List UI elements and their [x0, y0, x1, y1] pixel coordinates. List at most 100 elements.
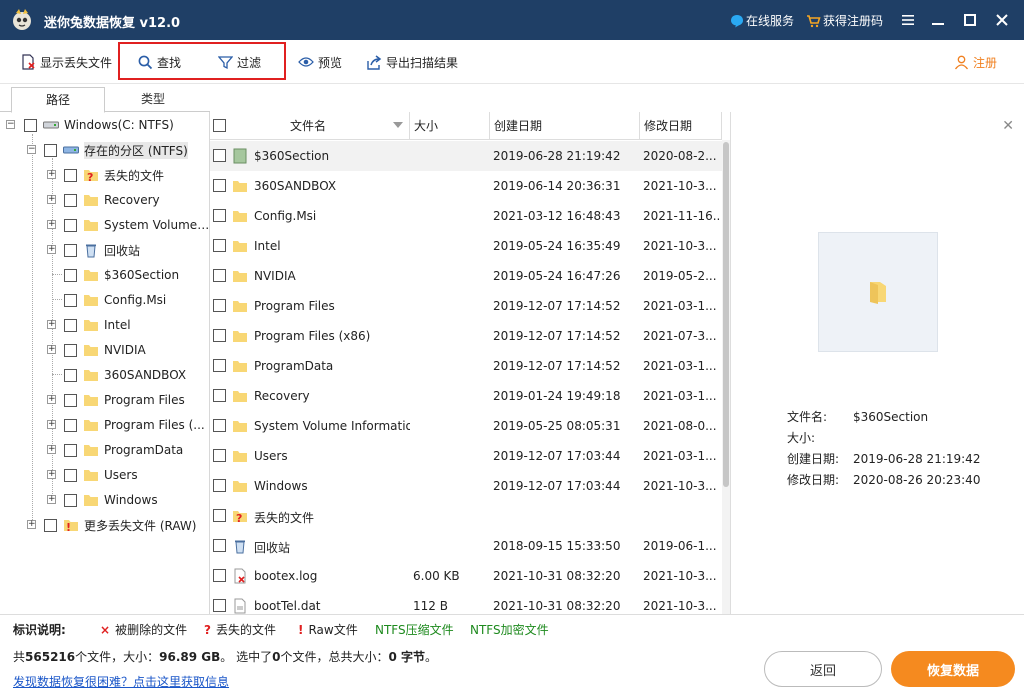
- help-link[interactable]: 发现数据恢复很困难？点击这里获取信息: [13, 673, 229, 690]
- file-row[interactable]: Program Files (x86) 2019-12-07 17:14:52 …: [210, 321, 722, 351]
- row-checkbox[interactable]: [213, 209, 226, 222]
- file-row[interactable]: ? 丢失的文件: [210, 501, 722, 531]
- tree-item[interactable]: System Volume ...: [64, 215, 209, 235]
- tree-item[interactable]: ProgramData: [64, 440, 183, 460]
- tree-checkbox[interactable]: [64, 318, 77, 332]
- tree-item[interactable]: NVIDIA: [64, 340, 146, 360]
- file-row[interactable]: System Volume Information 2019-05-25 08:…: [210, 411, 722, 441]
- file-row[interactable]: Config.Msi 2021-03-12 16:48:43 2021-11-1…: [210, 201, 722, 231]
- row-checkbox[interactable]: [213, 359, 226, 372]
- tree-expander[interactable]: +: [47, 395, 56, 404]
- menu-button[interactable]: [898, 10, 918, 30]
- tree-expander[interactable]: +: [47, 345, 56, 354]
- tree-item[interactable]: Config.Msi: [64, 290, 166, 310]
- file-row[interactable]: Users 2019-12-07 17:03:44 2021-03-1...: [210, 441, 722, 471]
- tree-item[interactable]: 360SANDBOX: [64, 365, 186, 385]
- tree-item[interactable]: Recovery: [64, 190, 160, 210]
- tree-checkbox[interactable]: [44, 518, 57, 532]
- tree-checkbox[interactable]: [64, 243, 77, 257]
- tree-item[interactable]: Program Files: [64, 390, 185, 410]
- row-checkbox[interactable]: [213, 599, 226, 612]
- file-list-scrollbar[interactable]: [722, 140, 730, 614]
- tree-checkbox[interactable]: [24, 118, 37, 132]
- scrollbar-thumb[interactable]: [723, 142, 729, 487]
- tree-checkbox[interactable]: [64, 493, 77, 507]
- export-button[interactable]: 导出扫描结果: [366, 52, 458, 72]
- tree-expander[interactable]: +: [47, 170, 56, 179]
- tree-expander[interactable]: +: [47, 245, 56, 254]
- file-row[interactable]: Program Files 2019-12-07 17:14:52 2021-0…: [210, 291, 722, 321]
- tree-checkbox[interactable]: [64, 468, 77, 482]
- tree-item[interactable]: $360Section: [64, 265, 179, 285]
- tree-expander[interactable]: +: [27, 520, 36, 529]
- tree-item[interactable]: ? 丢失的文件: [64, 165, 164, 185]
- tree-item[interactable]: Users: [64, 465, 138, 485]
- get-code-link[interactable]: 获得注册码: [806, 12, 883, 29]
- header-name[interactable]: 文件名: [230, 112, 410, 140]
- row-checkbox[interactable]: [213, 299, 226, 312]
- tree-checkbox[interactable]: [64, 418, 77, 432]
- tab-type[interactable]: 类型: [106, 87, 200, 113]
- close-button[interactable]: [992, 10, 1012, 30]
- register-button[interactable]: 注册: [954, 52, 997, 72]
- row-checkbox[interactable]: [213, 329, 226, 342]
- row-checkbox[interactable]: [213, 539, 226, 552]
- tree-expander[interactable]: +: [47, 470, 56, 479]
- file-row[interactable]: 360SANDBOX 2019-06-14 20:36:31 2021-10-3…: [210, 171, 722, 201]
- tree-item[interactable]: Windows: [64, 490, 158, 510]
- row-checkbox[interactable]: [213, 389, 226, 402]
- show-lost-files-button[interactable]: 显示丢失文件: [20, 52, 112, 72]
- file-row[interactable]: $360Section 2019-06-28 21:19:42 2020-08-…: [210, 141, 722, 171]
- header-size[interactable]: 大小: [410, 112, 490, 140]
- tree-item[interactable]: 回收站: [64, 240, 140, 260]
- file-row[interactable]: bootex.log 6.00 KB 2021-10-31 08:32:20 2…: [210, 561, 722, 591]
- tree-checkbox[interactable]: [64, 193, 77, 207]
- row-checkbox[interactable]: [213, 239, 226, 252]
- preview-close-icon[interactable]: ✕: [1002, 118, 1014, 134]
- file-row[interactable]: 回收站 2018-09-15 15:33:50 2019-06-1...: [210, 531, 722, 561]
- tree-checkbox[interactable]: [64, 443, 77, 457]
- minimize-button[interactable]: [928, 10, 948, 30]
- tree-node-raw[interactable]: ! 更多丢失文件 (RAW): [44, 515, 196, 535]
- select-all-checkbox[interactable]: [213, 119, 226, 132]
- filter-button[interactable]: 过滤: [218, 52, 261, 72]
- header-created[interactable]: 创建日期: [490, 112, 640, 140]
- preview-button[interactable]: 预览: [298, 52, 342, 72]
- header-modified[interactable]: 修改日期: [640, 112, 722, 140]
- back-button[interactable]: 返回: [764, 651, 882, 687]
- tree-expander[interactable]: −: [6, 120, 15, 129]
- file-row[interactable]: Recovery 2019-01-24 19:49:18 2021-03-1..…: [210, 381, 722, 411]
- tree-expander[interactable]: +: [47, 445, 56, 454]
- tree-checkbox[interactable]: [64, 168, 77, 182]
- tree-checkbox[interactable]: [64, 368, 77, 382]
- row-checkbox[interactable]: [213, 269, 226, 282]
- tree-node-partition[interactable]: 存在的分区 (NTFS): [44, 140, 188, 160]
- online-service-link[interactable]: 在线服务: [730, 12, 794, 29]
- tree-expander[interactable]: +: [47, 220, 56, 229]
- row-checkbox[interactable]: [213, 509, 226, 522]
- tree-expander[interactable]: +: [47, 420, 56, 429]
- tree-expander[interactable]: +: [47, 495, 56, 504]
- file-row[interactable]: Windows 2019-12-07 17:03:44 2021-10-3...: [210, 471, 722, 501]
- tree-checkbox[interactable]: [44, 143, 57, 157]
- tree-checkbox[interactable]: [64, 218, 77, 232]
- tree-item[interactable]: Intel: [64, 315, 131, 335]
- tree-node-drive[interactable]: Windows(C: NTFS): [24, 115, 174, 135]
- row-checkbox[interactable]: [213, 419, 226, 432]
- file-row[interactable]: NVIDIA 2019-05-24 16:47:26 2019-05-2...: [210, 261, 722, 291]
- recover-button[interactable]: 恢复数据: [891, 651, 1015, 687]
- file-row[interactable]: Intel 2019-05-24 16:35:49 2021-10-3...: [210, 231, 722, 261]
- tree-checkbox[interactable]: [64, 393, 77, 407]
- tree-checkbox[interactable]: [64, 343, 77, 357]
- row-checkbox[interactable]: [213, 449, 226, 462]
- tree-expander[interactable]: −: [27, 145, 36, 154]
- tree-checkbox[interactable]: [64, 293, 77, 307]
- tree-expander[interactable]: +: [47, 320, 56, 329]
- tree-checkbox[interactable]: [64, 268, 77, 282]
- row-checkbox[interactable]: [213, 179, 226, 192]
- file-row[interactable]: bootTel.dat 112 B 2021-10-31 08:32:20 20…: [210, 591, 722, 614]
- tab-path[interactable]: 路径: [11, 87, 105, 113]
- row-checkbox[interactable]: [213, 149, 226, 162]
- find-button[interactable]: 查找: [138, 52, 181, 72]
- file-row[interactable]: ProgramData 2019-12-07 17:14:52 2021-03-…: [210, 351, 722, 381]
